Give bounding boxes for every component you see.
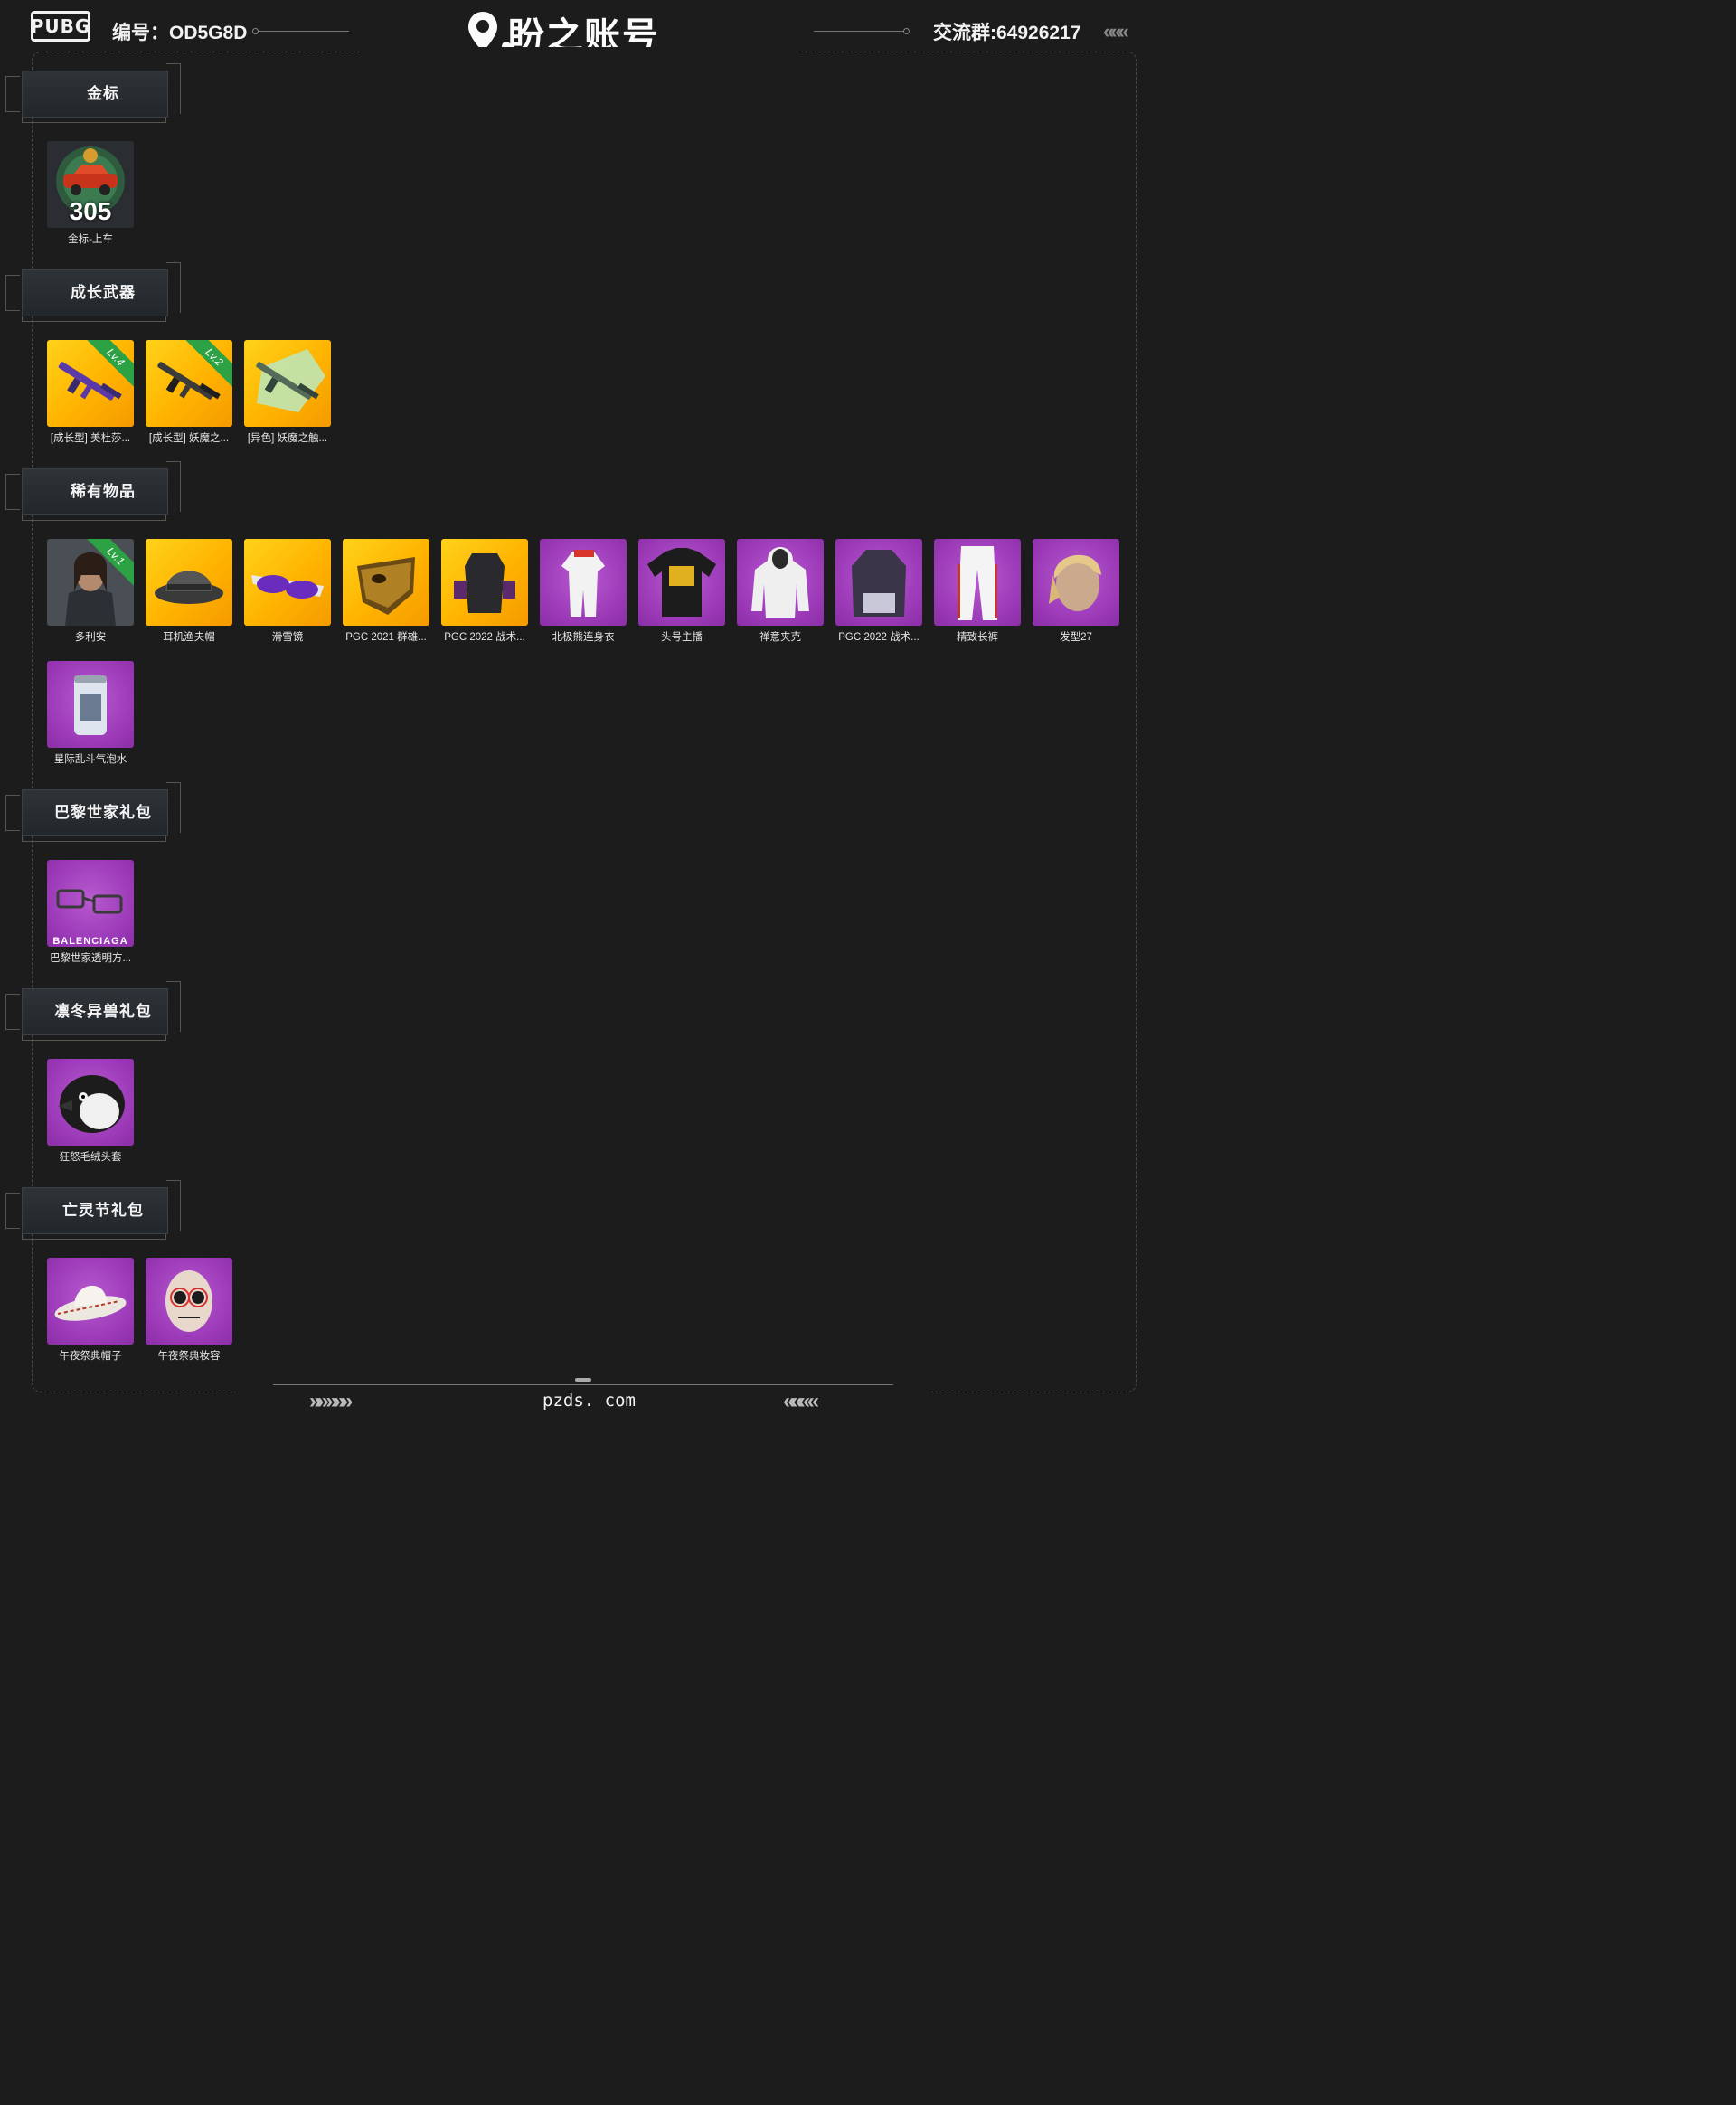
inventory-item[interactable]: 耳机渔夫帽 — [146, 539, 232, 644]
item-label: 滑雪镜 — [271, 632, 304, 643]
account-serial: 编号：OD5G8D — [112, 23, 248, 43]
divider-dot — [252, 28, 259, 34]
skull-face-icon — [146, 1258, 232, 1345]
inventory-item[interactable]: 午夜祭典妆容 — [146, 1258, 232, 1363]
section-title: 稀有物品 — [71, 483, 136, 500]
item-label: PGC 2021 群雄... — [345, 632, 427, 643]
item-label: 精致长裤 — [957, 632, 998, 643]
badge-count: 305 — [69, 197, 112, 225]
chevron-right-icon: »» »»» — [309, 1389, 353, 1413]
glasses-icon: BALENCIAGA — [47, 860, 134, 947]
inventory-item[interactable]: Lv.2 [成长型] 妖魔之... — [146, 340, 232, 445]
jumpsuit-icon — [540, 539, 627, 626]
item-label: 巴黎世家透明方... — [49, 953, 132, 964]
pubg-logo: PUBG — [31, 11, 90, 42]
inventory-item[interactable]: BALENCIAGA 巴黎世家透明方... — [47, 860, 134, 965]
item-label: 金标-上车 — [68, 234, 113, 245]
hoodie-icon — [737, 539, 824, 626]
rifle-icon: Lv.4 — [47, 340, 134, 427]
section-title: 巴黎世家礼包 — [54, 804, 152, 821]
section-header-rare-items: 稀有物品 — [5, 461, 181, 521]
goggles-icon — [244, 539, 331, 626]
chevron-left-icon: ««« « — [783, 1389, 819, 1413]
character-portrait-icon: Lv.1 — [47, 539, 134, 626]
section-header-day-of-dead-pack: 亡灵节礼包 — [5, 1180, 181, 1240]
mask-icon — [343, 539, 429, 626]
site-url[interactable]: pzds. com — [542, 1391, 636, 1411]
penguin-head-icon — [47, 1059, 134, 1146]
item-label: 禅意夹克 — [760, 632, 801, 643]
tshirt-icon — [638, 539, 725, 626]
item-label: [成长型] 妖魔之... — [148, 433, 230, 444]
inventory-item[interactable]: 305 金标-上车 — [47, 141, 134, 246]
inventory-item[interactable]: 精致长裤 — [934, 539, 1021, 644]
inventory-item[interactable]: Lv.4 [成长型] 美杜莎... — [47, 340, 134, 445]
item-label: 星际乱斗气泡水 — [53, 754, 127, 765]
inventory-item[interactable]: [异色] 妖魔之触... — [244, 340, 331, 445]
jacket-icon — [835, 539, 922, 626]
divider-dot — [903, 28, 910, 34]
inventory-item[interactable]: 滑雪镜 — [244, 539, 331, 644]
brand-caption: BALENCIAGA — [52, 936, 128, 947]
inventory-item[interactable]: 星际乱斗气泡水 — [47, 661, 134, 766]
rifle-icon: Lv.2 — [146, 340, 232, 427]
footer-divider — [273, 1384, 893, 1385]
footer-notch — [575, 1378, 591, 1382]
inventory-item[interactable]: 午夜祭典帽子 — [47, 1258, 134, 1363]
item-label: 午夜祭典帽子 — [59, 1351, 122, 1362]
section-title: 成长武器 — [71, 284, 136, 301]
pants-icon — [934, 539, 1021, 626]
inventory-item[interactable]: PGC 2022 战术... — [835, 539, 922, 644]
inventory-item[interactable]: 禅意夹克 — [737, 539, 824, 644]
item-label: 耳机渔夫帽 — [163, 632, 215, 643]
inventory-item[interactable]: 头号主播 — [638, 539, 725, 644]
item-label: 午夜祭典妆容 — [157, 1351, 221, 1362]
item-label: PGC 2022 战术... — [838, 632, 920, 643]
chevron-left-icon: ««« — [1103, 20, 1129, 42]
section-title: 金标 — [87, 85, 119, 102]
inventory-item[interactable]: Lv.1 多利安 — [47, 539, 134, 644]
inventory-item[interactable]: 北极熊连身衣 — [540, 539, 627, 644]
section-header-winter-beast-pack: 凛冬异兽礼包 — [5, 981, 181, 1041]
cowboy-hat-icon — [47, 1258, 134, 1345]
item-label: PGC 2022 战术... — [444, 632, 525, 643]
inventory-item[interactable]: PGC 2022 战术... — [441, 539, 528, 644]
item-label: 发型27 — [1060, 632, 1092, 643]
item-label: [异色] 妖魔之触... — [247, 433, 328, 444]
soda-can-icon — [47, 661, 134, 748]
inventory-item[interactable]: PGC 2021 群雄... — [343, 539, 429, 644]
hairstyle-icon — [1033, 539, 1119, 626]
item-label: 北极熊连身衣 — [552, 632, 615, 643]
item-label: 头号主播 — [661, 632, 703, 643]
rifle-icon — [244, 340, 331, 427]
inventory-item[interactable]: 发型27 — [1033, 539, 1119, 644]
section-title: 亡灵节礼包 — [62, 1202, 144, 1219]
content-frame — [32, 52, 1137, 1392]
item-label: 狂怒毛绒头套 — [59, 1152, 122, 1163]
inventory-item[interactable]: 狂怒毛绒头套 — [47, 1059, 134, 1164]
divider — [255, 31, 349, 32]
group-number: 交流群:64926217 — [933, 23, 1081, 43]
section-header-balenciaga-pack: 巴黎世家礼包 — [5, 782, 181, 842]
gold-badge-car-icon: 305 — [47, 141, 134, 228]
item-label: 多利安 — [74, 632, 107, 643]
section-header-gold-badge: 金标 — [5, 63, 181, 123]
vest-icon — [441, 539, 528, 626]
bucket-hat-icon — [146, 539, 232, 626]
item-label: [成长型] 美杜莎... — [50, 433, 131, 444]
section-title: 凛冬异兽礼包 — [54, 1003, 152, 1020]
section-header-growth-weapons: 成长武器 — [5, 262, 181, 322]
divider — [814, 31, 908, 32]
